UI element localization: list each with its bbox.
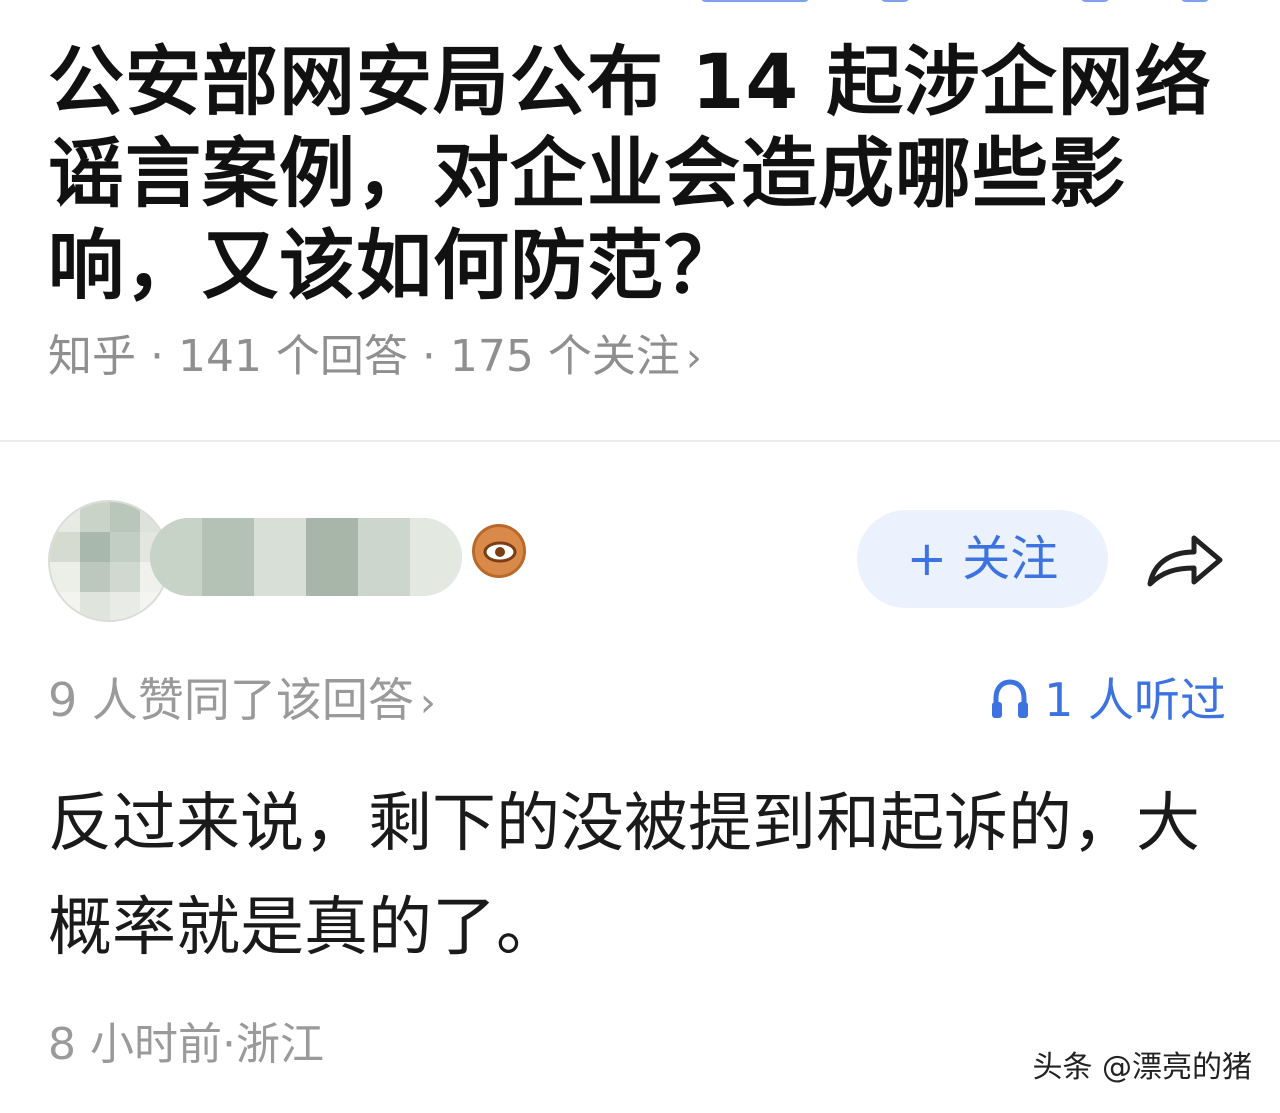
answer-body[interactable]: 反过来说，剩下的没被提到和起诉的，大概率就是真的了。 bbox=[48, 772, 1228, 980]
question-meta-link[interactable]: 知乎 · 141 个回答 · 175 个关注 › bbox=[48, 322, 702, 393]
question-meta-text: 知乎 · 141 个回答 · 175 个关注 bbox=[48, 331, 680, 382]
section-divider bbox=[0, 440, 1280, 442]
headphones-icon bbox=[990, 673, 1044, 727]
likes-link[interactable]: 9 人赞同了该回答 › bbox=[48, 664, 436, 739]
author-name-redacted[interactable] bbox=[150, 518, 462, 596]
listened-text: 1 人听过 bbox=[1044, 673, 1226, 727]
watermark: 头条 @漂亮的猪 bbox=[1032, 1050, 1252, 1085]
follow-button[interactable]: + 关注 bbox=[857, 510, 1108, 608]
question-title[interactable]: 公安部网安局公布 14 起涉企网络谣言案例，对企业会造成哪些影响，又该如何防范？ bbox=[48, 36, 1238, 312]
likes-text: 9 人赞同了该回答 bbox=[48, 673, 414, 727]
answer-stats-row: 9 人赞同了该回答 › 1 人听过 bbox=[48, 664, 1228, 736]
listened-button[interactable]: 1 人听过 bbox=[990, 664, 1226, 736]
author-row: + 关注 bbox=[0, 462, 1280, 632]
chevron-right-icon: › bbox=[419, 680, 436, 726]
share-arrow-icon[interactable] bbox=[1142, 526, 1228, 596]
chevron-right-icon: › bbox=[685, 335, 702, 381]
cropped-toolbar-fragment bbox=[680, 0, 1220, 4]
eye-badge-icon bbox=[472, 524, 526, 578]
answer-timestamp: 8 小时前·浙江 bbox=[48, 1019, 324, 1070]
zhihu-answer-page: 公安部网安局公布 14 起涉企网络谣言案例，对企业会造成哪些影响，又该如何防范？… bbox=[0, 0, 1280, 1113]
